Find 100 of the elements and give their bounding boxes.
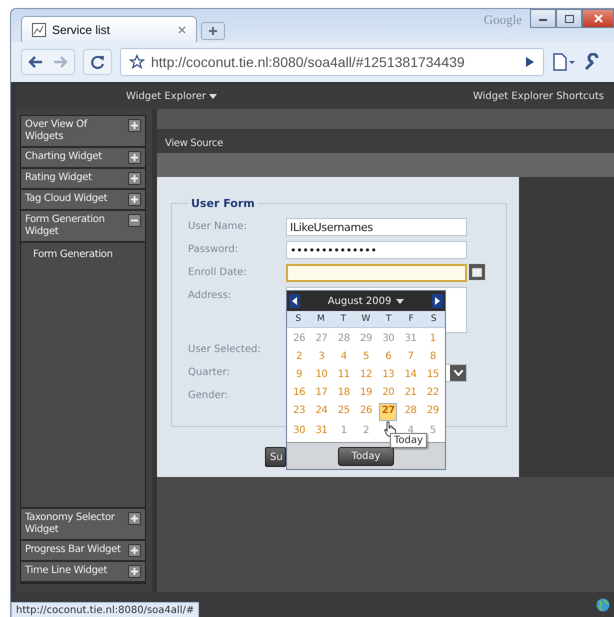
close-icon[interactable] bbox=[178, 26, 186, 34]
calendar-day[interactable]: 14 bbox=[401, 367, 420, 383]
expand-icon[interactable] bbox=[128, 119, 141, 132]
calendar-day[interactable]: 3 bbox=[312, 349, 331, 365]
sidebar-item[interactable]: Tag Cloud Widget bbox=[21, 190, 145, 211]
calendar-day[interactable]: 29 bbox=[356, 331, 376, 347]
calendar-day[interactable]: 12 bbox=[356, 367, 376, 383]
calendar-day[interactable]: 31 bbox=[401, 331, 420, 347]
form-legend: User Form bbox=[188, 197, 258, 210]
field-label: User Name: bbox=[188, 220, 248, 234]
date-field[interactable] bbox=[286, 264, 467, 282]
calendar-day[interactable]: 1 bbox=[334, 423, 353, 439]
status-url: http://coconut.tie.nl:8080/soa4all/# bbox=[11, 602, 200, 617]
new-tab-button[interactable] bbox=[201, 22, 225, 40]
input-field[interactable]: ILikeUsernames bbox=[286, 218, 467, 236]
browser-brand: Google bbox=[484, 12, 522, 28]
play-icon[interactable] bbox=[525, 56, 535, 68]
caret-icon bbox=[396, 298, 404, 304]
calendar-day[interactable]: 29 bbox=[424, 403, 442, 419]
calendar-day[interactable]: 28 bbox=[334, 331, 353, 347]
left-triangle-icon bbox=[292, 297, 297, 305]
calendar-day[interactable]: 2 bbox=[290, 349, 308, 365]
calendar-day[interactable]: 16 bbox=[290, 385, 308, 401]
expand-icon[interactable] bbox=[128, 544, 141, 557]
calendar-day[interactable]: 13 bbox=[379, 367, 398, 383]
input-field[interactable]: •••••••••••••• bbox=[286, 241, 467, 259]
field-label: User Selected: bbox=[188, 343, 262, 357]
expand-icon[interactable] bbox=[128, 151, 141, 164]
plus-icon bbox=[208, 26, 218, 36]
calendar-icon bbox=[472, 268, 482, 276]
field-label: Address: bbox=[188, 289, 232, 303]
right-triangle-icon bbox=[435, 297, 440, 305]
page-menu-icon[interactable] bbox=[552, 53, 576, 71]
calendar-day[interactable]: 26 bbox=[290, 331, 308, 347]
weekday-label: T bbox=[384, 314, 392, 324]
calendar-day[interactable]: 30 bbox=[290, 423, 308, 439]
calendar-day[interactable]: 31 bbox=[312, 423, 331, 439]
sidebar-item[interactable]: Progress Bar Widget bbox=[21, 541, 145, 562]
maximize-button[interactable] bbox=[556, 9, 582, 28]
tooltip: Today bbox=[390, 433, 427, 448]
calendar-day[interactable]: 18 bbox=[334, 385, 353, 401]
expand-icon[interactable] bbox=[128, 512, 141, 525]
calendar-day[interactable]: 17 bbox=[312, 385, 331, 401]
sidebar-item[interactable]: Rating Widget bbox=[21, 169, 145, 190]
calendar-day[interactable]: 6 bbox=[379, 349, 398, 365]
calendar-day[interactable]: 26 bbox=[356, 403, 376, 419]
reload-icon[interactable] bbox=[90, 54, 105, 70]
calendar-day[interactable]: 22 bbox=[424, 385, 442, 401]
expand-icon[interactable] bbox=[128, 565, 141, 578]
calendar-day[interactable]: 23 bbox=[290, 403, 308, 419]
calendar-day[interactable]: 9 bbox=[290, 367, 308, 383]
calendar-day[interactable]: 11 bbox=[334, 367, 353, 383]
today-button[interactable]: Today bbox=[338, 446, 394, 466]
calendar-day[interactable]: 10 bbox=[312, 367, 331, 383]
calendar-day[interactable]: 7 bbox=[401, 349, 420, 365]
close-button[interactable] bbox=[582, 9, 614, 28]
calendar-day[interactable]: 27 bbox=[312, 331, 331, 347]
calendar-day[interactable]: 4 bbox=[334, 349, 353, 365]
expand-icon[interactable] bbox=[128, 172, 141, 185]
calendar-day[interactable]: 8 bbox=[424, 349, 442, 365]
calendar-day[interactable]: 28 bbox=[401, 403, 420, 419]
calendar-day[interactable]: 5 bbox=[356, 349, 376, 365]
field-label: Gender: bbox=[188, 389, 230, 403]
sidebar-item[interactable]: Time Line Widget bbox=[21, 562, 145, 583]
calendar-day[interactable]: 20 bbox=[379, 385, 398, 401]
sidebar-item[interactable]: Over View Of Widgets bbox=[21, 116, 145, 148]
address-bar[interactable]: http://coconut.tie.nl:8080/soa4all/#1251381734439 bbox=[120, 48, 544, 76]
sidebar-item[interactable]: Taxonomy Selector Widget bbox=[21, 509, 145, 541]
back-icon[interactable] bbox=[28, 55, 44, 69]
star-icon[interactable] bbox=[129, 54, 145, 70]
calendar-day[interactable]: 19 bbox=[356, 385, 376, 401]
next-month-button[interactable] bbox=[432, 294, 443, 308]
page-icon bbox=[32, 22, 46, 36]
view-source-link[interactable]: View Source bbox=[165, 138, 223, 148]
calendar-day[interactable]: 15 bbox=[424, 367, 442, 383]
browser-tab[interactable]: Service list bbox=[21, 16, 197, 42]
close-icon bbox=[594, 14, 602, 23]
sidebar-item[interactable]: Charting Widget bbox=[21, 148, 145, 169]
calendar-day[interactable]: 2 bbox=[356, 423, 376, 439]
minimize-button[interactable] bbox=[530, 9, 556, 28]
field-label: Enroll Date: bbox=[188, 266, 248, 280]
shortcuts-link[interactable]: Widget Explorer Shortcuts bbox=[472, 91, 604, 102]
calendar-day[interactable]: 27 bbox=[379, 403, 398, 421]
calendar-day[interactable]: 25 bbox=[334, 403, 353, 419]
calendar-day[interactable]: 24 bbox=[312, 403, 331, 419]
expand-icon[interactable] bbox=[128, 193, 141, 206]
sidebar-subitem[interactable]: Form Generation bbox=[33, 249, 145, 260]
weekday-label: T bbox=[340, 314, 348, 324]
field-label: Password: bbox=[188, 243, 240, 257]
calendar-day[interactable]: 1 bbox=[424, 331, 442, 347]
collapse-icon[interactable] bbox=[128, 214, 141, 227]
widget-explorer-menu[interactable]: Widget Explorer bbox=[126, 91, 218, 102]
calendar-day[interactable]: 30 bbox=[379, 331, 398, 347]
previous-month-button[interactable] bbox=[289, 294, 300, 308]
caret-icon bbox=[209, 94, 218, 99]
calendar-button[interactable] bbox=[469, 264, 485, 280]
submit-button[interactable]: Su bbox=[265, 447, 286, 467]
chevron-down-icon bbox=[454, 370, 462, 376]
calendar-day[interactable]: 21 bbox=[401, 385, 420, 401]
sidebar-item[interactable]: Form Generation Widget bbox=[21, 211, 145, 243]
